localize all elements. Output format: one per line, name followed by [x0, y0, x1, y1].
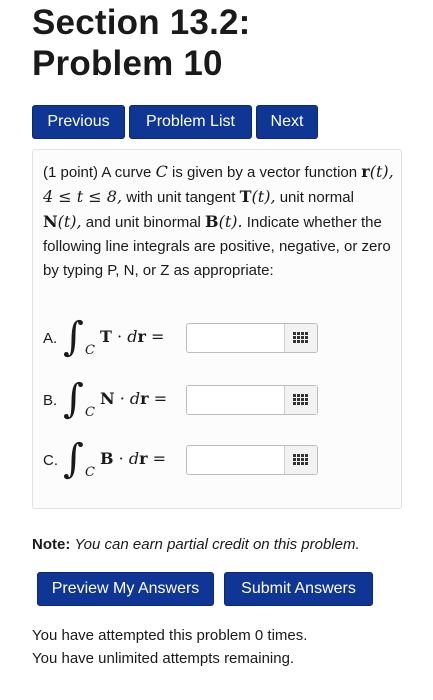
- note-label: Note:: [32, 536, 71, 553]
- answer-input-b[interactable]: [187, 386, 284, 414]
- answer-box: [186, 323, 318, 353]
- page-title: Section 13.2: Problem 10: [32, 2, 422, 84]
- answer-input-a[interactable]: [187, 324, 284, 352]
- attempt-status: You have attempted this problem 0 times.…: [32, 624, 307, 670]
- previous-button[interactable]: Previous: [32, 105, 125, 139]
- integral-sign: ∫: [63, 314, 84, 360]
- problem-statement: (1 point) A curve C is given by a vector…: [43, 160, 395, 283]
- integrand-vector: B: [100, 449, 114, 468]
- problem-list-button[interactable]: Problem List: [129, 105, 252, 139]
- integrand-vector: N: [100, 389, 115, 408]
- integral-row-b: B. ∫ C N · dr =: [43, 376, 383, 427]
- integral-label: C.: [43, 452, 58, 469]
- integral-subscript: C: [85, 465, 95, 480]
- page-title-line2: Problem 10: [32, 44, 223, 83]
- integrand: B · dr =: [100, 449, 166, 468]
- statement-text-5: and unit binormal: [85, 214, 201, 231]
- integral-label: B.: [43, 392, 58, 409]
- vector-T: T: [239, 187, 252, 206]
- vector-r: r: [361, 162, 370, 181]
- problem-navigation: Previous Problem List Next: [32, 105, 318, 139]
- integrand-vector: T: [100, 327, 112, 346]
- vector-B: B: [205, 212, 219, 231]
- grid-palette-icon[interactable]: [284, 446, 317, 474]
- answer-box: [186, 385, 318, 415]
- integral-label: A.: [43, 330, 58, 347]
- submit-answers-button[interactable]: Submit Answers: [224, 572, 373, 606]
- next-button[interactable]: Next: [256, 105, 318, 139]
- answer-box: [186, 445, 318, 475]
- curve-variable: C: [155, 162, 168, 181]
- B-arg: (t).: [218, 212, 243, 231]
- statement-text-4: unit normal: [279, 189, 354, 206]
- statement-text-2: is given by a vector function: [172, 164, 358, 181]
- grid-palette-icon[interactable]: [284, 386, 317, 414]
- grid-palette-icon[interactable]: [284, 324, 317, 352]
- integral-sign: ∫: [63, 376, 84, 422]
- T-arg: (t),: [251, 187, 276, 206]
- attempts-count-text: You have attempted this problem 0 times.: [32, 627, 308, 644]
- statement-text-3: with unit tangent: [126, 189, 236, 206]
- attempts-remaining-text: You have unlimited attempts remaining.: [32, 650, 295, 667]
- note-text: You can earn partial credit on this prob…: [74, 536, 360, 553]
- problem-panel: (1 point) A curve C is given by a vector…: [32, 149, 402, 509]
- preview-answers-button[interactable]: Preview My Answers: [37, 572, 214, 606]
- answer-actions: Preview My Answers Submit Answers: [37, 572, 373, 606]
- page-title-line1: Section 13.2:: [32, 3, 251, 42]
- statement-text-1: A curve: [101, 164, 152, 181]
- integral-row-a: A. ∫ C T · dr =: [43, 314, 383, 365]
- integrand: T · dr =: [100, 327, 165, 346]
- integral-subscript: C: [85, 343, 95, 358]
- answer-input-c[interactable]: [187, 446, 284, 474]
- integral-subscript: C: [85, 405, 95, 420]
- integral-row-c: C. ∫ C B · dr =: [43, 436, 383, 487]
- partial-credit-note: Note: You can earn partial credit on thi…: [32, 536, 360, 553]
- vector-N: N: [43, 212, 58, 231]
- integrand: N · dr =: [100, 389, 168, 408]
- integral-sign: ∫: [63, 436, 84, 482]
- points-label: (1 point): [43, 164, 99, 181]
- N-arg: (t),: [57, 212, 82, 231]
